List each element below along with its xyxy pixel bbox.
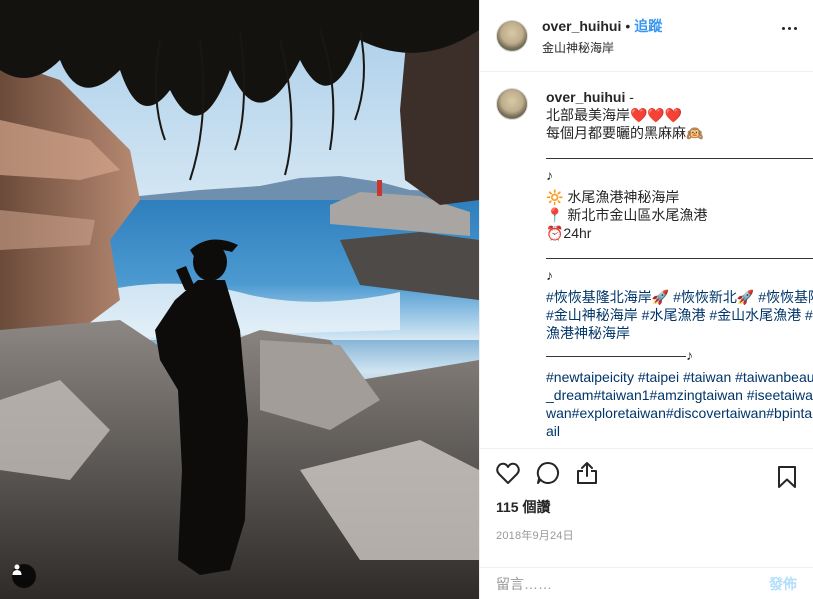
post-viewer: over_huihui • 追蹤 金山神秘海岸 over_huihui - 北部… — [0, 0, 813, 599]
post-date[interactable]: 2018年9月24日 — [496, 527, 797, 543]
caption-body: over_huihui - 北部最美海岸❤️❤️❤️ 每個月都要曬的黑麻麻🙉 —… — [546, 88, 813, 448]
caption-section: over_huihui - 北部最美海岸❤️❤️❤️ 每個月都要曬的黑麻麻🙉 —… — [480, 72, 813, 448]
caption-line-2: 每個月都要曬的黑麻麻🙉 — [546, 125, 704, 141]
photo-illustration — [0, 0, 479, 599]
hashtags-block-2[interactable]: #newtaipeicity #taipei #taiwan #taiwanbe… — [546, 368, 813, 440]
follow-button[interactable]: 追蹤 — [634, 16, 662, 36]
tagged-users-button[interactable] — [12, 564, 36, 588]
separator-dot: • — [625, 17, 631, 34]
bookmark-outline-icon — [778, 466, 796, 488]
caption-line-address: 📍 新北市金山區水尾漁港 — [546, 207, 708, 223]
caption-divider-3: ——————————♪ — [546, 347, 693, 363]
hashtags-block-1[interactable]: #恢恢基隆北海岸🚀 #恢恢新北🚀 #恢恢基隆🚀 #金山#金山神秘海岸 #水尾漁港… — [546, 288, 813, 342]
caption-suffix: - — [625, 89, 634, 105]
author-username[interactable]: over_huihui — [542, 18, 621, 34]
caption-line-place: 🔆 水尾漁港神秘海岸 — [546, 189, 680, 205]
add-comment-row: 發佈 — [480, 567, 813, 599]
likes-count[interactable]: 115 個讚 — [496, 497, 797, 517]
heart-outline-icon — [496, 462, 520, 484]
caption-username[interactable]: over_huihui — [546, 89, 625, 105]
caption-author-avatar[interactable] — [496, 88, 528, 120]
caption-header: over_huihui - — [546, 88, 813, 106]
actions-section: 115 個讚 2018年9月24日 — [480, 448, 813, 552]
post-photo[interactable] — [0, 0, 479, 599]
post-header: over_huihui • 追蹤 金山神秘海岸 — [480, 0, 813, 72]
caption-line-hours: ⏰24hr — [546, 225, 592, 241]
caption-line-1: 北部最美海岸❤️❤️❤️ — [546, 107, 683, 123]
post-comment-button[interactable]: 發佈 — [769, 574, 797, 594]
author-info: over_huihui • 追蹤 金山神秘海岸 — [542, 16, 662, 56]
share-upload-icon — [577, 462, 597, 484]
post-side-panel: over_huihui • 追蹤 金山神秘海岸 over_huihui - 北部… — [479, 0, 813, 599]
more-options-icon[interactable] — [782, 27, 797, 30]
author-avatar[interactable] — [496, 19, 528, 52]
comment-button[interactable] — [536, 453, 576, 493]
action-icons-row — [496, 449, 797, 497]
save-button[interactable] — [773, 457, 797, 497]
location-link[interactable]: 金山神秘海岸 — [542, 39, 662, 56]
caption-divider-2: ————————————————————————♪ — [546, 249, 813, 283]
speech-bubble-icon — [536, 461, 559, 484]
like-button[interactable] — [496, 453, 536, 493]
author-row: over_huihui • 追蹤 — [542, 16, 662, 36]
person-icon — [12, 564, 22, 575]
caption-divider-1: ————————————————————————♪ — [546, 149, 813, 183]
share-button[interactable] — [576, 453, 616, 493]
comment-input[interactable] — [496, 575, 769, 592]
